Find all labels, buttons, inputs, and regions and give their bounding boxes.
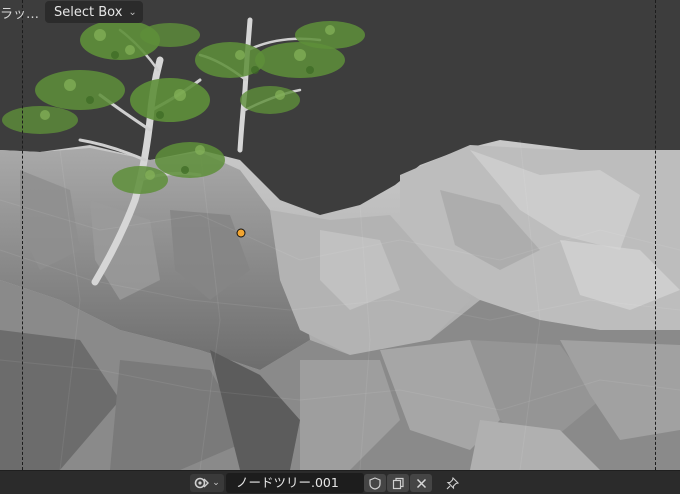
menu-label-truncated[interactable]: ラッ… bbox=[0, 3, 39, 22]
fake-user-shield-icon bbox=[369, 476, 381, 490]
node-tree-name-field[interactable]: ノードツリー.001 bbox=[226, 473, 364, 493]
viewport-header: ラッ… Select Box ⌄ bbox=[0, 0, 143, 24]
select-mode-dropdown[interactable]: Select Box ⌄ bbox=[45, 1, 143, 23]
object-origin-dot bbox=[236, 228, 246, 238]
pin-icon bbox=[446, 476, 459, 489]
unlink-button[interactable] bbox=[410, 474, 432, 492]
pin-button[interactable] bbox=[442, 474, 462, 492]
node-editor-header: ⌄ ノードツリー.001 bbox=[0, 470, 680, 494]
node-tree-type-button[interactable]: ⌄ bbox=[190, 474, 224, 492]
viewport-render bbox=[0, 17, 680, 470]
chevron-down-icon: ⌄ bbox=[212, 478, 220, 488]
node-type-icon bbox=[194, 477, 210, 489]
close-icon bbox=[416, 478, 426, 488]
fake-user-button[interactable] bbox=[364, 474, 386, 492]
duplicate-button[interactable] bbox=[387, 474, 409, 492]
3d-viewport[interactable]: ラッ… Select Box ⌄ bbox=[0, 0, 680, 470]
duplicate-icon bbox=[392, 477, 404, 489]
select-mode-label: Select Box bbox=[54, 4, 123, 20]
camera-frame-guide-left bbox=[22, 0, 23, 470]
camera-frame-guide-right bbox=[655, 0, 656, 470]
chevron-down-icon: ⌄ bbox=[128, 6, 137, 18]
